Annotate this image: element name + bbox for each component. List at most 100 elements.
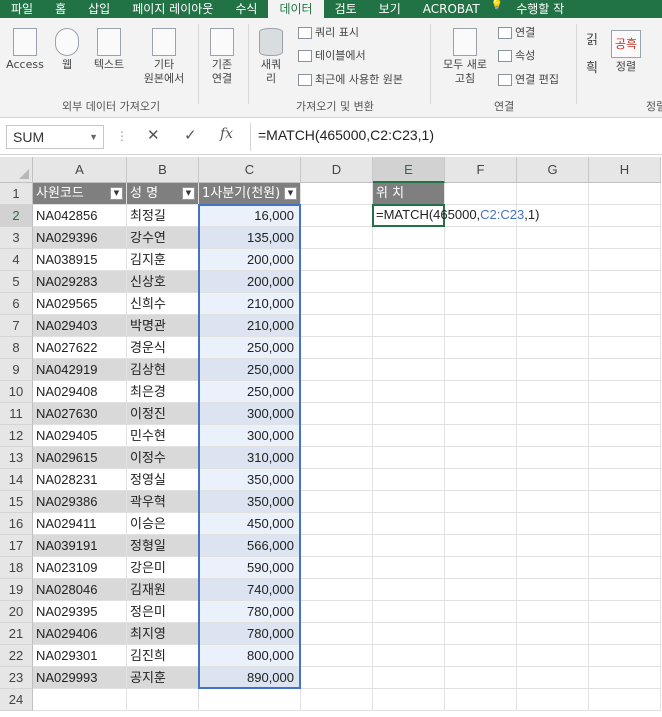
empty-cell[interactable] xyxy=(517,491,589,513)
empty-cell[interactable] xyxy=(301,293,373,315)
empty-cell[interactable] xyxy=(445,689,517,711)
cell-name[interactable]: 강은미 xyxy=(127,557,199,579)
empty-cell[interactable] xyxy=(445,667,517,689)
cell-q1-value[interactable]: 250,000 xyxy=(199,337,301,359)
web-button[interactable]: 웹 xyxy=(50,28,84,72)
from-table-button[interactable]: 테이블에서 xyxy=(298,49,366,63)
empty-cell[interactable] xyxy=(589,403,661,425)
cell-name[interactable]: 최정길 xyxy=(127,205,199,227)
cell-q1-value[interactable]: 350,000 xyxy=(199,469,301,491)
cell-emp-code[interactable]: NA027630 xyxy=(33,403,127,425)
empty-cell[interactable] xyxy=(517,425,589,447)
cell-q1-value[interactable]: 566,000 xyxy=(199,535,301,557)
edit-links-button[interactable]: 연결 편집 xyxy=(498,73,559,87)
empty-cell[interactable] xyxy=(589,645,661,667)
cell-emp-code[interactable]: NA029408 xyxy=(33,381,127,403)
cell-q1-value[interactable]: 890,000 xyxy=(199,667,301,689)
row-header[interactable]: 6 xyxy=(0,293,33,315)
empty-cell[interactable] xyxy=(373,293,445,315)
empty-cell[interactable] xyxy=(445,513,517,535)
cell-name[interactable]: 박명관 xyxy=(127,315,199,337)
empty-cell[interactable] xyxy=(589,689,661,711)
cell-q1-value[interactable]: 780,000 xyxy=(199,601,301,623)
cell-emp-code[interactable]: NA038915 xyxy=(33,249,127,271)
empty-cell[interactable] xyxy=(445,535,517,557)
empty-cell[interactable] xyxy=(301,469,373,491)
empty-cell[interactable] xyxy=(373,249,445,271)
empty-cell[interactable] xyxy=(445,403,517,425)
empty-cell[interactable] xyxy=(445,293,517,315)
cell-q1-value[interactable]: 590,000 xyxy=(199,557,301,579)
empty-cell[interactable] xyxy=(517,645,589,667)
empty-cell[interactable] xyxy=(301,535,373,557)
tab-2[interactable]: 삽입 xyxy=(77,0,121,18)
cell-emp-code[interactable]: NA028046 xyxy=(33,579,127,601)
cell-emp-code[interactable]: NA029565 xyxy=(33,293,127,315)
empty-cell[interactable] xyxy=(301,491,373,513)
column-header-b[interactable]: B xyxy=(127,157,199,183)
show-queries-button[interactable]: 쿼리 표시 xyxy=(298,26,359,40)
row-header[interactable]: 21 xyxy=(0,623,33,645)
cell-name[interactable]: 신희수 xyxy=(127,293,199,315)
empty-cell[interactable] xyxy=(517,601,589,623)
empty-cell[interactable] xyxy=(373,337,445,359)
empty-cell[interactable] xyxy=(301,381,373,403)
cell-q1-value[interactable]: 740,000 xyxy=(199,579,301,601)
cell-emp-code[interactable]: NA023109 xyxy=(33,557,127,579)
cell-emp-code[interactable]: NA029411 xyxy=(33,513,127,535)
cell-name[interactable]: 민수현 xyxy=(127,425,199,447)
tab-1[interactable]: 홈 xyxy=(44,0,77,18)
empty-cell[interactable] xyxy=(373,469,445,491)
tab-0[interactable]: 파일 xyxy=(0,0,44,18)
empty-cell[interactable] xyxy=(373,315,445,337)
row-header[interactable]: 12 xyxy=(0,425,33,447)
cell-name[interactable]: 경운식 xyxy=(127,337,199,359)
cell-q1-value[interactable]: 135,000 xyxy=(199,227,301,249)
empty-cell[interactable] xyxy=(589,249,661,271)
cell-q1-value[interactable]: 780,000 xyxy=(199,623,301,645)
cell-emp-code[interactable]: NA039191 xyxy=(33,535,127,557)
empty-cell[interactable] xyxy=(373,513,445,535)
empty-cell[interactable] xyxy=(445,623,517,645)
empty-cell[interactable] xyxy=(373,271,445,293)
empty-cell[interactable] xyxy=(517,381,589,403)
empty-cell[interactable] xyxy=(445,447,517,469)
cell-q1-value[interactable]: 210,000 xyxy=(199,315,301,337)
row-header[interactable]: 7 xyxy=(0,315,33,337)
empty-cell[interactable] xyxy=(445,425,517,447)
tab-3[interactable]: 페이지 레이아웃 xyxy=(121,0,224,18)
empty-cell[interactable] xyxy=(373,227,445,249)
empty-cell[interactable] xyxy=(445,381,517,403)
chevron-down-icon[interactable]: ▼ xyxy=(89,126,98,148)
empty-cell[interactable] xyxy=(445,227,517,249)
empty-cell[interactable] xyxy=(589,425,661,447)
cell-name[interactable]: 공지훈 xyxy=(127,667,199,689)
row-header[interactable]: 1 xyxy=(0,183,33,205)
empty-cell[interactable] xyxy=(517,271,589,293)
empty-cell[interactable] xyxy=(589,359,661,381)
cell-name[interactable]: 정은미 xyxy=(127,601,199,623)
empty-cell[interactable] xyxy=(445,645,517,667)
cell-name[interactable]: 최은경 xyxy=(127,381,199,403)
tab-9[interactable]: 수행할 작 xyxy=(505,0,575,18)
connections-button[interactable]: 연결 xyxy=(498,26,535,40)
text-button[interactable]: 텍스트 xyxy=(88,28,130,72)
cell-q1-value[interactable]: 310,000 xyxy=(199,447,301,469)
empty-cell[interactable] xyxy=(301,667,373,689)
empty-cell[interactable] xyxy=(517,623,589,645)
empty-cell[interactable] xyxy=(517,359,589,381)
column-header-a[interactable]: A xyxy=(33,157,127,183)
refresh-all-button[interactable]: 모두 새로 고침 xyxy=(436,28,494,86)
row-header[interactable]: 13 xyxy=(0,447,33,469)
empty-cell[interactable] xyxy=(373,447,445,469)
select-all-button[interactable] xyxy=(0,157,33,183)
empty-cell[interactable] xyxy=(445,337,517,359)
row-header[interactable]: 11 xyxy=(0,403,33,425)
filter-dropdown-icon[interactable]: ▼ xyxy=(284,187,297,200)
row-header[interactable]: 9 xyxy=(0,359,33,381)
empty-cell[interactable] xyxy=(301,623,373,645)
cell-emp-code[interactable]: NA027622 xyxy=(33,337,127,359)
cell-name[interactable]: 이정진 xyxy=(127,403,199,425)
empty-cell[interactable] xyxy=(517,337,589,359)
empty-cell[interactable] xyxy=(589,601,661,623)
